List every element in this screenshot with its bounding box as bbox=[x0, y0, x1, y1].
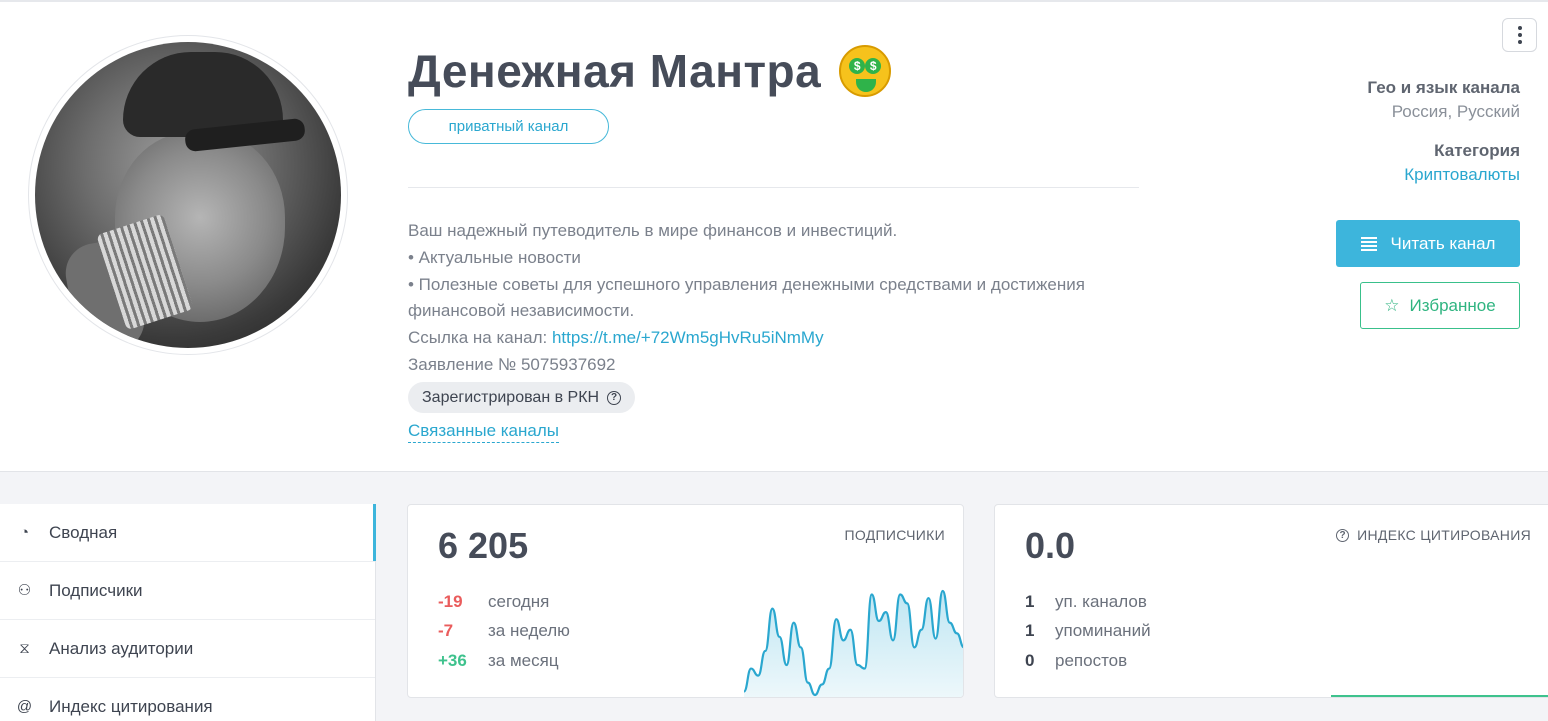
description-line: Ваш надежный путеводитель в мире финансо… bbox=[408, 221, 898, 240]
channel-link-label: Ссылка на канал: bbox=[408, 328, 548, 348]
geo-heading: Гео и язык канала bbox=[1367, 78, 1520, 97]
favorite-label: Избранное bbox=[1409, 295, 1496, 315]
application-number: Заявление № 5075937692 bbox=[408, 354, 616, 374]
subscribers-card[interactable]: 6 205 ПОДПИСЧИКИ -19 сегодня -7 за недел… bbox=[407, 504, 964, 698]
stat-value: -19 bbox=[438, 592, 463, 611]
stat-row-today: -19 сегодня bbox=[438, 592, 549, 612]
sidebar-item-citation-index[interactable]: @ Индекс цитирования bbox=[0, 678, 375, 721]
stat-text: упоминаний bbox=[1055, 621, 1151, 640]
stat-row-reposts: 0 репостов bbox=[1025, 651, 1127, 671]
sidebar-item-subscribers[interactable]: ⚇ Подписчики bbox=[0, 562, 375, 620]
dot-icon bbox=[1517, 40, 1522, 44]
subscribers-sparkline bbox=[744, 589, 963, 697]
channel-description: Ваш надежный путеводитель в мире финансо… bbox=[408, 218, 1148, 379]
channel-title: Денежная Мантра bbox=[408, 45, 822, 97]
stat-text: уп. каналов bbox=[1055, 592, 1147, 611]
divider bbox=[408, 187, 1139, 188]
subscribers-total: 6 205 bbox=[438, 525, 529, 566]
rkn-registered-badge[interactable]: Зарегистрирован в РКН ? bbox=[408, 382, 636, 413]
stat-value: +36 bbox=[438, 651, 467, 670]
stat-row-month: +36 за месяц bbox=[438, 651, 559, 671]
dna-icon: ⧖ bbox=[19, 640, 30, 657]
channel-avatar bbox=[28, 35, 348, 355]
money-mouth-face-icon: $ $ bbox=[839, 45, 892, 97]
description-line: • Полезные советы для успешного управлен… bbox=[408, 274, 1085, 321]
citation-baseline bbox=[1331, 695, 1548, 697]
stat-value: -7 bbox=[438, 621, 454, 640]
stat-row-channels: 1 уп. каналов bbox=[1025, 592, 1147, 612]
citation-index-card-label: ? ИНДЕКС ЦИТИРОВАНИЯ bbox=[1336, 527, 1531, 543]
users-icon: ⚇ bbox=[17, 582, 32, 599]
title-row: Денежная Мантра $ $ bbox=[408, 44, 892, 98]
channel-link[interactable]: https://t.me/+72Wm5gHvRu5iNmMy bbox=[552, 328, 824, 347]
sidebar-item-label: Сводная bbox=[49, 522, 118, 542]
subscribers-card-label: ПОДПИСЧИКИ bbox=[844, 527, 945, 543]
geo-section: Гео и язык канала Россия, Русский bbox=[1367, 78, 1520, 122]
list-lines-icon bbox=[1360, 236, 1377, 251]
category-heading: Категория bbox=[1434, 141, 1520, 160]
sidebar-item-label: Анализ аудитории bbox=[49, 638, 194, 658]
stat-text: за месяц bbox=[488, 651, 559, 670]
private-channel-badge: приватный канал bbox=[408, 109, 609, 144]
related-channels-link[interactable]: Связанные каналы bbox=[408, 420, 559, 443]
dot-icon bbox=[1517, 26, 1522, 30]
stat-value: 1 bbox=[1025, 621, 1035, 640]
stat-text: сегодня bbox=[488, 592, 550, 611]
dashboard-icon: ◔ bbox=[19, 524, 30, 541]
description-line: • Актуальные новости bbox=[408, 247, 581, 267]
citation-index-label: ИНДЕКС ЦИТИРОВАНИЯ bbox=[1357, 527, 1531, 543]
channel-link-row: Ссылка на канал: https://t.me/+72Wm5gHvR… bbox=[408, 325, 1148, 352]
rkn-label: Зарегистрирован в РКН bbox=[422, 389, 600, 406]
sidebar-item-summary[interactable]: ◔ Сводная bbox=[0, 504, 376, 562]
stat-row-mentions: 1 упоминаний bbox=[1025, 621, 1151, 641]
citation-index-value: 0.0 bbox=[1025, 525, 1076, 566]
citation-index-card[interactable]: 0.0 ? ИНДЕКС ЦИТИРОВАНИЯ 1 уп. каналов 1… bbox=[994, 504, 1548, 698]
sidebar-item-label: Подписчики bbox=[49, 580, 143, 600]
stat-text: за неделю bbox=[488, 621, 570, 640]
dot-icon bbox=[1517, 33, 1522, 37]
category-link[interactable]: Криптовалюты bbox=[1404, 165, 1520, 185]
stat-text: репостов bbox=[1055, 651, 1128, 670]
at-icon: @ bbox=[16, 698, 33, 715]
category-section: Категория Криптовалюты bbox=[1404, 141, 1520, 185]
sidebar: ◔ Сводная ⚇ Подписчики ⧖ Анализ аудитори… bbox=[0, 504, 376, 721]
star-icon: ☆ bbox=[1384, 295, 1400, 315]
question-circle-icon[interactable]: ? bbox=[607, 390, 622, 405]
read-channel-label: Читать канал bbox=[1390, 233, 1496, 253]
sidebar-item-label: Индекс цитирования bbox=[49, 696, 213, 716]
question-circle-icon[interactable]: ? bbox=[1336, 528, 1350, 542]
sidebar-item-audience-analysis[interactable]: ⧖ Анализ аудитории bbox=[0, 620, 375, 678]
favorite-button[interactable]: ☆ Избранное bbox=[1360, 282, 1520, 329]
read-channel-button[interactable]: Читать канал bbox=[1336, 220, 1520, 267]
stat-row-week: -7 за неделю bbox=[438, 621, 570, 641]
stat-value: 0 bbox=[1025, 651, 1035, 670]
avatar-image bbox=[35, 42, 341, 348]
more-options-button[interactable] bbox=[1502, 18, 1537, 52]
stat-value: 1 bbox=[1025, 592, 1035, 611]
geo-value: Россия, Русский bbox=[1391, 102, 1520, 121]
channel-header: Денежная Мантра $ $ приватный канал Ваш н… bbox=[0, 0, 1548, 472]
